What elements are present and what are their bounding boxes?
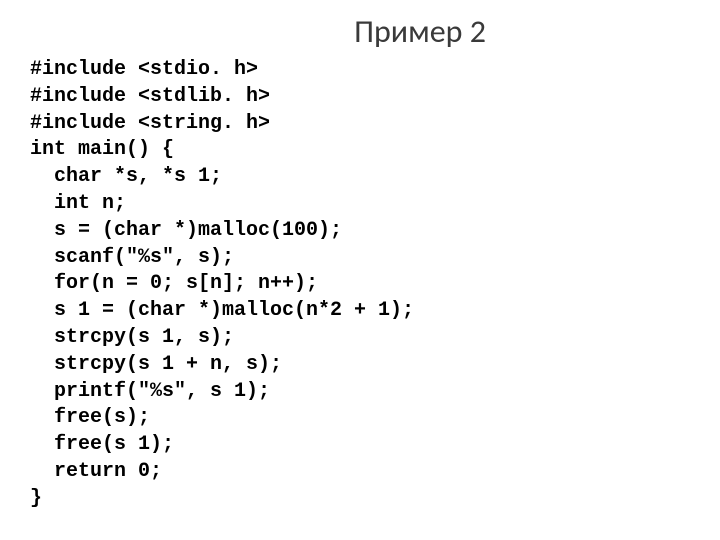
code-block: #include <stdio. h> #include <stdlib. h>… [30, 57, 690, 513]
slide-title: Пример 2 [30, 12, 690, 51]
